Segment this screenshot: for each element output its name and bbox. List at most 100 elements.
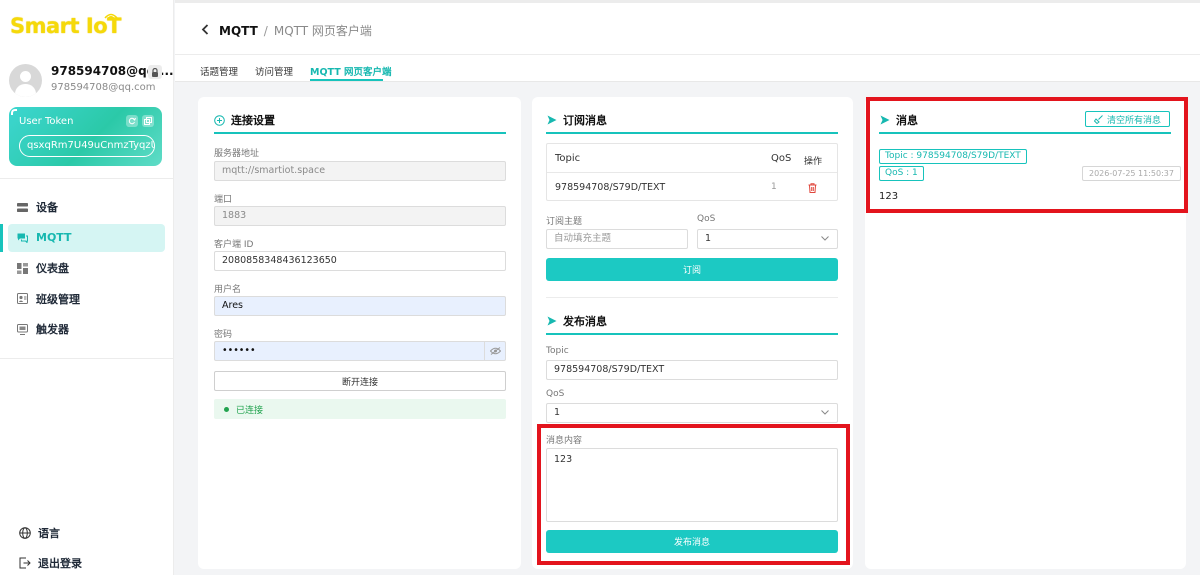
server-label: 服务器地址 xyxy=(214,149,260,159)
logout-icon xyxy=(19,557,31,569)
sidebar-nav: 设备 MQTT 仪表盘 班级管理 触发器 xyxy=(0,193,174,346)
port-label: 端口 xyxy=(214,195,233,205)
sidebar-item-triggers[interactable]: 触发器 xyxy=(8,315,165,343)
breadcrumb-separator: / xyxy=(263,23,268,38)
device-icon xyxy=(17,202,28,213)
port-input[interactable]: 1883 xyxy=(214,206,506,226)
logout-label: 退出登录 xyxy=(38,557,82,570)
sidebar-item-label: 设备 xyxy=(36,201,58,214)
subscribe-qos-value: 1 xyxy=(705,233,712,244)
active-tab-indicator xyxy=(310,79,383,81)
publish-qos-label: QoS xyxy=(546,389,565,399)
subscribe-title-text: 订阅消息 xyxy=(563,114,607,127)
mqtt-chat-icon xyxy=(17,232,28,243)
subscribe-title-underline xyxy=(546,132,838,134)
sidebar-item-label: MQTT xyxy=(36,231,72,244)
chevron-down-icon xyxy=(821,410,829,415)
password-mask: •••••• xyxy=(222,345,256,356)
table-header-action: 操作 xyxy=(804,157,823,167)
user-token-card: User Token qsxqRm7U49uCnmzTyqzU xyxy=(9,107,162,166)
connection-status: 已连接 xyxy=(214,399,506,419)
table-header-qos: QoS xyxy=(771,153,792,164)
wifi-icon xyxy=(104,13,118,20)
breadcrumb-current[interactable]: MQTT xyxy=(219,24,258,38)
client-id-input[interactable]: 2080858348436123650 xyxy=(214,251,506,271)
sidebar-item-class-management[interactable]: 班级管理 xyxy=(8,285,165,313)
lock-icon[interactable] xyxy=(148,65,162,79)
tab-mqtt-web-client[interactable]: MQTT 网页客户端 xyxy=(310,64,392,78)
chevron-down-icon xyxy=(821,236,829,241)
logout-button[interactable]: 退出登录 xyxy=(0,548,174,575)
language-label: 语言 xyxy=(38,527,60,540)
send-icon xyxy=(546,115,557,126)
table-header-topic: Topic xyxy=(555,153,581,164)
highlight-message-area xyxy=(866,97,1188,213)
sidebar-divider xyxy=(0,358,174,359)
sidebar-bottom: 语言 退出登录 xyxy=(0,518,174,575)
subscribe-qos-label: QoS xyxy=(697,214,716,224)
connection-title-text: 连接设置 xyxy=(231,114,275,127)
sidebar-item-dashboard[interactable]: 仪表盘 xyxy=(8,254,165,282)
connection-section-title: 连接设置 xyxy=(214,112,275,128)
back-arrow-icon[interactable] xyxy=(201,23,209,39)
breadcrumb-page: MQTT 网页客户端 xyxy=(273,24,372,38)
table-cell-topic: 978594708/S79D/TEXT xyxy=(555,182,666,193)
status-dot xyxy=(224,406,229,412)
status-text: 已连接 xyxy=(236,405,264,416)
publish-qos-select[interactable]: 1 xyxy=(546,403,838,423)
subscription-table: Topic QoS 操作 978594708/S79D/TEXT 1 xyxy=(546,143,838,201)
send-icon xyxy=(546,316,557,327)
user-profile[interactable]: 978594708@qq.... 978594708@qq.com xyxy=(9,62,174,98)
publish-section-title: 发布消息 xyxy=(546,313,607,329)
class-management-icon xyxy=(17,293,28,304)
sidebar-item-label: 触发器 xyxy=(36,323,69,336)
publish-topic-label: Topic xyxy=(546,346,569,356)
subscribe-qos-select[interactable]: 1 xyxy=(697,229,838,249)
tab-bar: 话题管理 访问管理 MQTT 网页客户端 xyxy=(175,55,1200,82)
username-label: 用户名 xyxy=(214,285,242,295)
sidebar-item-label: 仪表盘 xyxy=(36,262,69,275)
refresh-token-icon[interactable] xyxy=(126,115,138,127)
card-corner-decoration xyxy=(11,109,17,115)
eye-icon[interactable] xyxy=(484,341,506,361)
sidebar-item-devices[interactable]: 设备 xyxy=(8,193,165,221)
table-row-divider xyxy=(547,172,837,173)
trigger-icon xyxy=(17,323,28,335)
highlight-publish-area xyxy=(537,424,850,565)
language-button[interactable]: 语言 xyxy=(0,518,174,548)
trash-icon[interactable] xyxy=(808,182,817,196)
plus-circle-icon xyxy=(214,114,225,126)
password-input[interactable]: •••••• xyxy=(214,341,506,361)
username-input[interactable]: Ares xyxy=(214,296,506,316)
avatar xyxy=(9,64,42,97)
password-label: 密码 xyxy=(214,330,233,340)
server-address-input[interactable]: mqtt://smartiot.space xyxy=(214,161,506,181)
copy-token-icon[interactable] xyxy=(142,115,154,127)
subscribe-section-title: 订阅消息 xyxy=(546,112,607,128)
section-divider xyxy=(546,297,838,298)
tab-topic-management[interactable]: 话题管理 xyxy=(200,64,238,78)
publish-title-underline xyxy=(546,333,838,335)
subscribe-button[interactable]: 订阅 xyxy=(546,258,838,281)
breadcrumb: MQTT / MQTT 网页客户端 xyxy=(201,22,372,39)
table-cell-qos: 1 xyxy=(771,182,777,192)
client-id-label: 客户端 ID xyxy=(214,240,254,250)
connection-title-underline xyxy=(214,132,506,134)
subscribe-topic-input[interactable]: 自动填充主题 xyxy=(546,229,688,249)
sidebar-divider xyxy=(0,178,174,179)
disconnect-button[interactable]: 断开连接 xyxy=(214,371,506,391)
publish-topic-input[interactable]: 978594708/S79D/TEXT xyxy=(546,360,838,380)
sidebar-item-label: 班级管理 xyxy=(36,292,80,306)
sidebar: Smart IoT 978594708@qq.... 978594708@qq.… xyxy=(0,0,174,575)
subscribe-topic-label: 订阅主题 xyxy=(546,217,583,227)
token-title: User Token xyxy=(19,116,74,127)
profile-email: 978594708@qq.com xyxy=(51,82,156,93)
top-header: MQTT / MQTT 网页客户端 xyxy=(175,0,1200,55)
token-value[interactable]: qsxqRm7U49uCnmzTyqzU xyxy=(19,135,155,157)
sidebar-item-mqtt[interactable]: MQTT xyxy=(0,223,165,252)
dashboard-icon xyxy=(17,262,28,274)
tab-access-management[interactable]: 访问管理 xyxy=(255,64,293,78)
publish-qos-value: 1 xyxy=(554,407,561,418)
publish-title-text: 发布消息 xyxy=(563,315,607,328)
globe-icon xyxy=(19,527,31,539)
